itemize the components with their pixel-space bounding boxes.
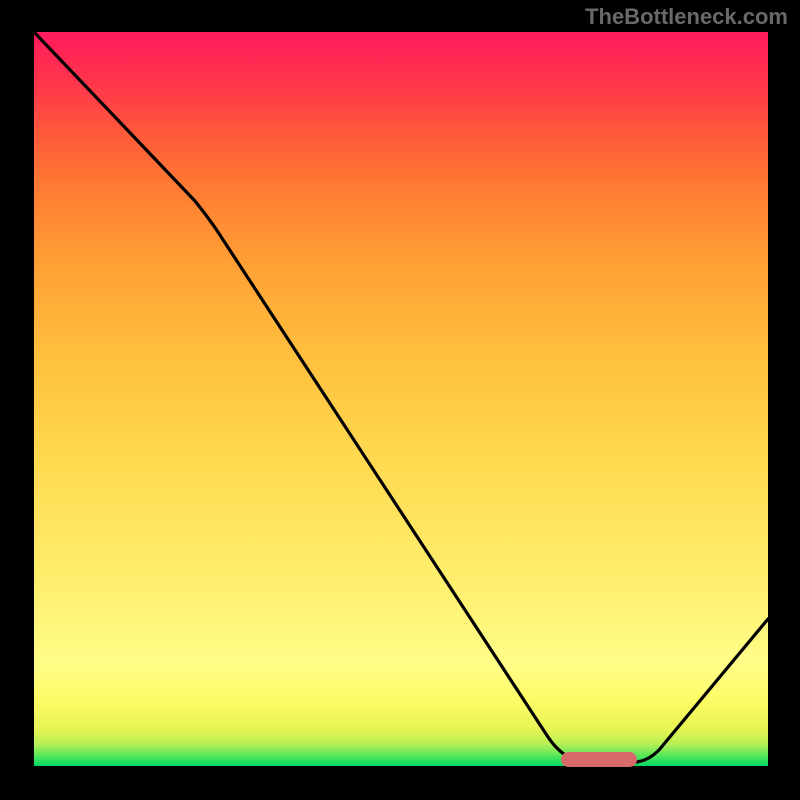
curve-path [34, 32, 768, 762]
chart-container: TheBottleneck.com [0, 0, 800, 800]
plot-area [34, 32, 768, 766]
bottleneck-curve [34, 32, 768, 766]
optimal-range-marker [561, 752, 637, 767]
watermark-text: TheBottleneck.com [585, 4, 788, 30]
